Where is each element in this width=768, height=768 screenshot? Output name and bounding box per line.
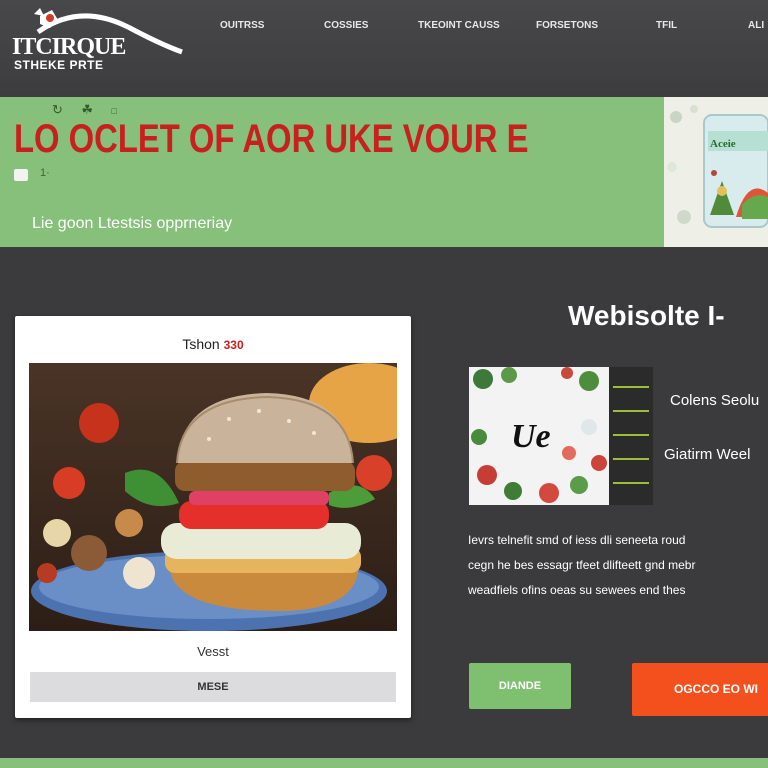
description-line-2: cegn he bes essagr tfeet dlifteett gnd m… xyxy=(468,558,696,572)
logo-subtitle: STHEKE PRTE xyxy=(14,58,104,72)
nav-item-6[interactable]: ALI xyxy=(748,20,764,31)
description-line-1: Ievrs telnefit smd of iess dli seneeta r… xyxy=(468,533,686,547)
site-logo[interactable]: ITCIRQUE STHEKE PRTE xyxy=(10,6,185,76)
description-line-3: weadfiels ofins oeas su sewees end thes xyxy=(468,583,686,597)
card-action-button[interactable]: MESE xyxy=(30,672,396,702)
card-price: 330 xyxy=(223,338,244,352)
nav-item-1[interactable]: OUITRSS xyxy=(220,20,264,31)
burger-photo[interactable] xyxy=(29,363,397,631)
section-heading: Webisolte I- xyxy=(568,300,725,331)
promo-image[interactable]: Ue xyxy=(469,367,653,505)
refresh-icon[interactable]: ↻ xyxy=(52,102,63,118)
description-text: Ievrs telnefit smd of iess dli seneeta r… xyxy=(468,528,768,603)
hero-thumbnail-graphic: Aceie xyxy=(664,97,768,247)
svg-text:Aceie: Aceie xyxy=(710,138,736,150)
promo-badge-text: Ue xyxy=(511,418,551,455)
main-nav: OUITRSS COSSIES TKEOINT CAUSS FORSETONS … xyxy=(0,20,768,40)
feature-item-2[interactable]: Giatirm Weel xyxy=(664,446,750,463)
hero-subtitle: Lie goon Ltestsis opprneriay xyxy=(32,215,233,232)
site-header: ITCIRQUE STHEKE PRTE OUITRSS COSSIES TKE… xyxy=(0,0,768,97)
feature-item-1[interactable]: Colens Seolu xyxy=(670,392,759,409)
card-title-text: Tshon xyxy=(182,336,220,352)
hero-banner: ↻ ☘ □ LO OCLET OF AOR UKE VOUR E 1· Lie … xyxy=(0,97,768,247)
nav-item-4[interactable]: FORSETONS xyxy=(536,20,598,31)
card-title: Tshon 330 xyxy=(15,336,411,352)
footer-strip xyxy=(0,758,768,768)
nav-item-5[interactable]: TFIL xyxy=(656,20,677,31)
secondary-button[interactable]: DIANDE xyxy=(469,663,571,709)
hero-mini-text: 1· xyxy=(40,167,50,179)
hero-mini-icon xyxy=(14,169,28,181)
dot-icon: □ xyxy=(111,106,117,116)
hero-thumbnail-image[interactable]: Aceie xyxy=(664,97,768,247)
card-caption: Vesst xyxy=(197,644,229,659)
hero-title: LO OCLET OF AOR UKE VOUR E xyxy=(14,117,529,161)
leaf-icon[interactable]: ☘ xyxy=(81,102,93,118)
nav-item-3[interactable]: TKEOINT CAUSS xyxy=(418,20,500,31)
product-card[interactable]: Tshon 330 Vesst MESE xyxy=(15,316,411,718)
nav-item-2[interactable]: COSSIES xyxy=(324,20,368,31)
primary-cta-button[interactable]: OGCCO EO WI xyxy=(632,663,768,716)
